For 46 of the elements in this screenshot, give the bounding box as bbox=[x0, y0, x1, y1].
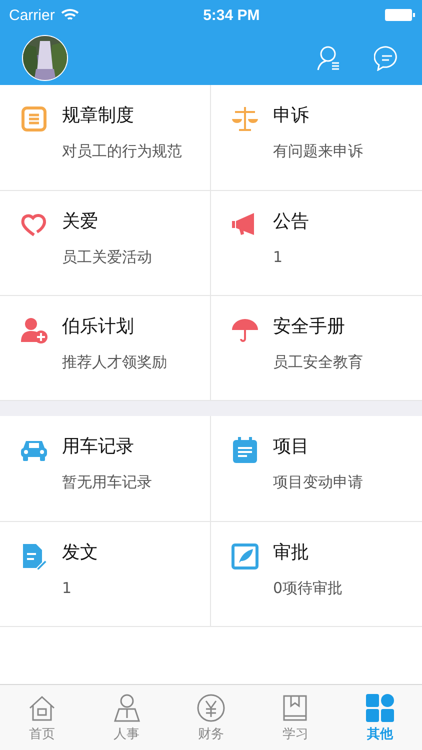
status-time: 5:34 PM bbox=[202, 6, 261, 24]
tile-title: 用车记录 bbox=[62, 436, 135, 458]
tile-title: 发文 bbox=[62, 542, 98, 564]
scale-icon bbox=[231, 105, 259, 133]
yen-icon bbox=[196, 692, 226, 722]
document-edit-icon bbox=[20, 542, 48, 570]
menu-tile[interactable]: 公告 1 bbox=[211, 190, 422, 295]
tile-subtitle: 员工关爱活动 bbox=[62, 247, 152, 267]
tile-subtitle: 推荐人才领奖励 bbox=[62, 352, 167, 372]
calendar-icon bbox=[231, 436, 259, 464]
wifi-icon bbox=[60, 8, 79, 22]
tile-subtitle: 项目变动申请 bbox=[273, 472, 363, 492]
menu-tile[interactable]: 审批 0项待审批 bbox=[211, 521, 422, 626]
menu-tile[interactable]: 规章制度 对员工的行为规范 bbox=[0, 85, 211, 190]
tile-title: 申诉 bbox=[273, 105, 310, 127]
add-user-icon bbox=[20, 316, 48, 344]
tile-subtitle: 员工安全教育 bbox=[273, 352, 363, 372]
list-icon bbox=[20, 105, 48, 133]
menu-tile[interactable]: 项目 项目变动申请 bbox=[211, 416, 422, 521]
tile-title: 规章制度 bbox=[62, 105, 135, 127]
umbrella-icon bbox=[231, 316, 259, 344]
tile-subtitle: 对员工的行为规范 bbox=[62, 141, 182, 161]
contacts-icon[interactable] bbox=[316, 44, 342, 70]
tile-subtitle: 1 bbox=[62, 578, 73, 598]
tile-title: 公告 bbox=[273, 211, 309, 233]
grid-icon bbox=[364, 692, 395, 722]
edit-icon bbox=[231, 542, 259, 570]
tile-subtitle: 0项待审批 bbox=[273, 578, 343, 598]
tile-subtitle: 有问题来申诉 bbox=[273, 141, 363, 161]
menu-tile[interactable]: 用车记录 暂无用车记录 bbox=[0, 416, 211, 521]
tile-subtitle: 1 bbox=[273, 247, 284, 267]
tile-title: 安全手册 bbox=[273, 316, 346, 338]
tile-subtitle: 暂无用车记录 bbox=[62, 472, 152, 492]
message-icon[interactable] bbox=[374, 44, 400, 70]
menu-tile[interactable]: 申诉 有问题来申诉 bbox=[211, 85, 422, 190]
carrier-name: Carrier bbox=[9, 6, 55, 24]
tile-title: 关爱 bbox=[62, 211, 99, 233]
tile-title: 项目 bbox=[273, 436, 310, 458]
menu-tile[interactable]: 发文 1 bbox=[0, 521, 211, 626]
menu-tile[interactable]: 关爱 员工关爱活动 bbox=[0, 190, 211, 295]
menu-tile[interactable]: 安全手册 员工安全教育 bbox=[211, 295, 422, 400]
menu-tile[interactable]: 伯乐计划 推荐人才领奖励 bbox=[0, 295, 211, 400]
tile-title: 审批 bbox=[273, 542, 310, 564]
person-icon bbox=[112, 692, 142, 722]
battery-icon bbox=[384, 8, 416, 22]
tile-title: 伯乐计划 bbox=[62, 316, 135, 338]
